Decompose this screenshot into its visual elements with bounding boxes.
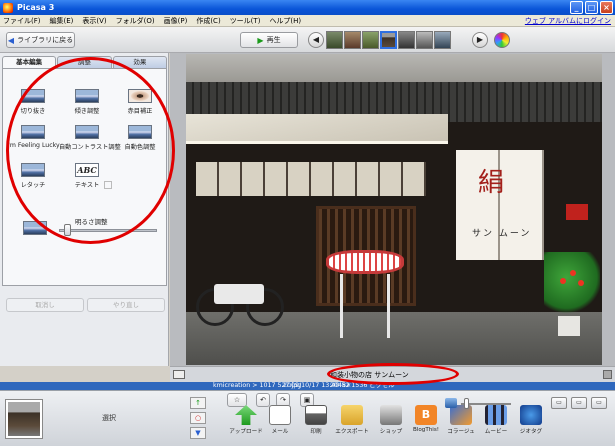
menu-tools[interactable]: ツール(T) xyxy=(230,16,261,26)
action-label: ショップ xyxy=(379,429,403,435)
menu-file[interactable]: ファイル(F) xyxy=(3,16,41,26)
previous-photo-button[interactable]: ◀ xyxy=(308,32,324,48)
menu-edit[interactable]: 編集(E) xyxy=(50,16,74,26)
back-arrow-icon: ◀ xyxy=(7,35,15,45)
minimize-button[interactable]: _ xyxy=(570,1,583,14)
action-label: 印刷 xyxy=(310,429,322,435)
hold-button[interactable]: ↑ xyxy=(190,397,206,409)
mail-icon xyxy=(269,405,291,425)
menu-picture[interactable]: 画像(P) xyxy=(164,16,188,26)
export-button[interactable]: エクスポート xyxy=(334,405,370,435)
folder-export-icon xyxy=(341,405,363,425)
photo-small-curtains xyxy=(196,162,426,196)
blogthis-button[interactable]: B BlogThis! xyxy=(408,405,444,433)
menu-help[interactable]: ヘルプ(H) xyxy=(269,16,301,26)
action-label: BlogThis! xyxy=(412,427,440,433)
menu-create[interactable]: 作成(C) xyxy=(196,16,220,26)
photo-tray: 選択 ↑ ○ ▼ ☆ ↶ ↷ ▣ アップロード メール 印刷 エクスポート ショ… xyxy=(0,390,615,446)
photo-awning xyxy=(186,114,448,144)
blogger-icon: B xyxy=(415,405,437,425)
window-title: Picasa 3 xyxy=(17,3,55,12)
filmstrip-thumb[interactable] xyxy=(416,31,433,49)
redo-button[interactable]: やり直し xyxy=(87,298,165,312)
menu-view[interactable]: 表示(V) xyxy=(82,16,106,26)
top-toolbar: ◀ ライブラリに戻る ▶ 再生 ◀ ▶ xyxy=(0,27,615,53)
filmstrip-thumb[interactable] xyxy=(434,31,451,49)
tray-selected-label: 選択 xyxy=(102,414,116,422)
zoom-slider-track[interactable] xyxy=(461,403,511,405)
bike-frame xyxy=(214,284,264,304)
photo-noren-curtain: 絹 サン ムーン xyxy=(456,150,544,260)
noren-text: サン ムーン xyxy=(472,229,532,239)
caption-toggle-icon[interactable] xyxy=(173,370,185,379)
photo-plant xyxy=(544,252,600,316)
filmstrip-thumb-selected[interactable] xyxy=(380,31,397,49)
tab-basic-fixes[interactable]: 基本編集 xyxy=(2,56,57,68)
photo-red-mailbox xyxy=(566,204,588,220)
play-icon: ▶ xyxy=(257,35,264,45)
color-wheel-icon[interactable] xyxy=(494,32,510,48)
window-controls: _ □ × xyxy=(570,1,613,14)
add-to-album-button[interactable]: ▼ xyxy=(190,427,206,439)
upload-button[interactable]: アップロード xyxy=(228,405,264,435)
maximize-button[interactable]: □ xyxy=(585,1,598,14)
view-mode-button[interactable]: ▭ xyxy=(551,397,567,409)
shop-button[interactable]: ショップ xyxy=(373,405,409,435)
close-button[interactable]: × xyxy=(600,1,613,14)
next-photo-button[interactable]: ▶ xyxy=(472,32,488,48)
action-label: ムービー xyxy=(484,429,508,435)
action-label: コラージュ xyxy=(447,429,475,435)
play-label: 再生 xyxy=(266,36,281,44)
thumbnail-zoom: ▭ ▭ ▭ xyxy=(445,397,610,411)
zoom-photo-icon xyxy=(445,398,457,408)
picasa-app-icon xyxy=(3,2,13,13)
filmstrip-thumb[interactable] xyxy=(362,31,379,49)
menu-folder[interactable]: フォルダ(O) xyxy=(116,16,155,26)
back-to-library-button[interactable]: ◀ ライブラリに戻る xyxy=(6,32,75,48)
printer-icon xyxy=(305,405,327,425)
menu-bar: ファイル(F) 編集(E) 表示(V) フォルダ(O) 画像(P) 作成(C) … xyxy=(0,15,615,27)
undo-button[interactable]: 取消し xyxy=(6,298,84,312)
view-mode-button[interactable]: ▭ xyxy=(571,397,587,409)
red-annotation-circle-tools xyxy=(6,57,175,244)
cart-basket xyxy=(326,250,404,274)
shop-icon xyxy=(380,405,402,425)
trash-icon[interactable] xyxy=(603,370,612,379)
zoom-slider-handle[interactable] xyxy=(463,398,469,409)
tray-side-buttons: ↑ ○ ▼ xyxy=(190,397,210,443)
action-label: アップロード xyxy=(229,429,263,435)
email-button[interactable]: メール xyxy=(262,405,298,435)
noren-mark: 絹 xyxy=(478,168,505,198)
clear-button[interactable]: ○ xyxy=(190,412,206,424)
action-label: ジオタグ xyxy=(519,429,543,435)
tray-thumbnail[interactable] xyxy=(6,400,42,438)
cart-legs xyxy=(340,274,390,338)
title-bar: Picasa 3 _ □ × xyxy=(0,0,615,15)
photo-viewer: 絹 サン ムーン xyxy=(170,53,615,366)
filmstrip-thumb[interactable] xyxy=(344,31,361,49)
upload-icon xyxy=(235,405,257,425)
photo-pot xyxy=(558,316,580,336)
web-album-login-link[interactable]: ウェブ アルバムにログイン xyxy=(525,16,611,26)
filmstrip-thumb[interactable] xyxy=(326,31,343,49)
status-bar: kmicreation > 1017 527.jpg 2009/10/17 13… xyxy=(0,382,615,390)
red-annotation-circle-caption xyxy=(327,363,459,385)
filmstrip xyxy=(326,31,484,49)
main-photo[interactable]: 絹 サン ムーン xyxy=(186,54,602,365)
action-label: メール xyxy=(271,429,289,435)
print-button[interactable]: 印刷 xyxy=(298,405,334,435)
photo-bicycle xyxy=(196,266,286,326)
back-to-library-label: ライブラリに戻る xyxy=(17,36,74,44)
view-mode-button[interactable]: ▭ xyxy=(591,397,607,409)
filmstrip-thumb[interactable] xyxy=(398,31,415,49)
play-slideshow-button[interactable]: ▶ 再生 xyxy=(240,32,298,48)
photo-cart-stand xyxy=(326,250,406,340)
action-label: エクスポート xyxy=(335,429,369,435)
